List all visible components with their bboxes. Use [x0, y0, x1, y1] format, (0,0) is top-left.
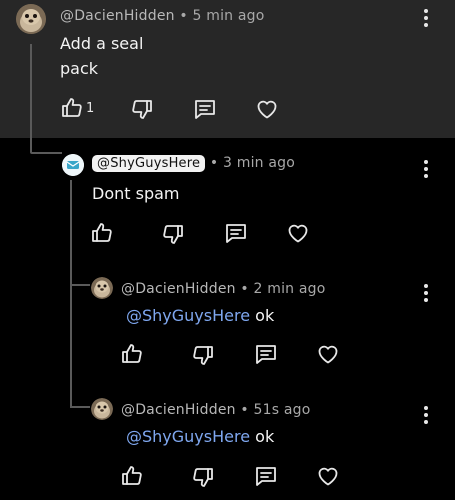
thumbs-up-icon[interactable]: [60, 96, 84, 120]
comment-text: @ShyGuysHere ok: [126, 303, 426, 328]
comment-icon[interactable]: [224, 221, 248, 245]
meta-separator: •: [235, 402, 254, 418]
comment-icon[interactable]: [193, 97, 217, 121]
timestamp: 51s ago: [253, 402, 311, 418]
timestamp: 2 min ago: [253, 281, 326, 297]
thumbs-down-icon[interactable]: [161, 222, 185, 246]
user-mention[interactable]: @ShyGuysHere: [126, 306, 250, 325]
thread-line: [70, 284, 90, 286]
reply-text: ok: [250, 427, 275, 446]
heart-icon[interactable]: [255, 97, 279, 121]
comment-text: Dont spam: [92, 184, 180, 203]
comment-text: @ShyGuysHere ok: [126, 424, 426, 449]
more-vertical-icon[interactable]: [416, 158, 436, 180]
avatar[interactable]: [91, 398, 113, 420]
comment-thread: @DacienHidden • 5 min ago Add a seal pac…: [0, 0, 455, 500]
meta-separator: •: [174, 8, 193, 24]
comment-meta: @DacienHidden • 51s ago: [121, 402, 310, 418]
author-name[interactable]: @DacienHidden: [121, 402, 236, 418]
heart-icon[interactable]: [316, 464, 340, 488]
thread-line: [30, 44, 32, 152]
thread-line: [70, 406, 90, 408]
thread-line: [30, 152, 62, 154]
thumbs-up-icon[interactable]: [120, 342, 144, 366]
author-name[interactable]: @DacienHidden: [121, 281, 236, 297]
comment-meta: @DacienHidden • 2 min ago: [121, 281, 326, 297]
timestamp: 3 min ago: [222, 155, 296, 171]
timestamp: 5 min ago: [192, 8, 265, 24]
like-count: 1: [86, 101, 95, 116]
more-vertical-icon[interactable]: [416, 404, 436, 426]
reply-text: ok: [250, 306, 275, 325]
comment-meta: @DacienHidden • 5 min ago: [60, 8, 265, 24]
thumbs-down-icon[interactable]: [191, 465, 215, 489]
thumbs-up-icon[interactable]: [90, 221, 114, 245]
avatar[interactable]: [16, 4, 46, 34]
more-vertical-icon[interactable]: [416, 282, 436, 304]
meta-separator: •: [205, 155, 223, 171]
more-vertical-icon[interactable]: [416, 7, 436, 29]
author-name[interactable]: @ShyGuysHere: [92, 155, 206, 172]
comment-meta: @ShyGuysHere • 3 min ago: [92, 155, 295, 172]
thumbs-down-icon[interactable]: [130, 97, 154, 121]
meta-separator: •: [235, 281, 254, 297]
comment-icon[interactable]: [254, 464, 278, 488]
avatar[interactable]: [62, 154, 84, 176]
comment-text: Add a seal pack: [60, 34, 144, 78]
heart-icon[interactable]: [286, 221, 310, 245]
heart-icon[interactable]: [316, 342, 340, 366]
thread-line: [70, 180, 72, 408]
thumbs-down-icon[interactable]: [191, 343, 215, 367]
comment-icon[interactable]: [254, 342, 278, 366]
thumbs-up-icon[interactable]: [120, 464, 144, 488]
author-name[interactable]: @DacienHidden: [60, 8, 175, 24]
avatar[interactable]: [91, 277, 113, 299]
user-mention[interactable]: @ShyGuysHere: [126, 427, 250, 446]
